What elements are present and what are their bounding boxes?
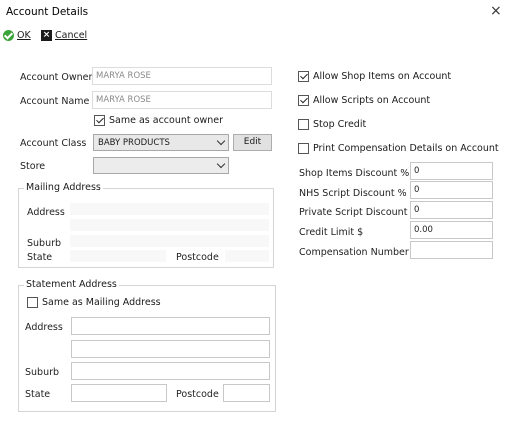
allow-shop-items-checkbox[interactable]: Allow Shop Items on Account — [298, 71, 451, 82]
statement-state-label: State — [25, 389, 51, 400]
stop-credit-label: Stop Credit — [313, 119, 367, 130]
print-compensation-box[interactable] — [298, 143, 309, 154]
shop-items-discount-label: Shop Items Discount % — [299, 168, 410, 179]
print-compensation-label: Print Compensation Details on Account — [313, 143, 499, 154]
window-title: Account Details — [6, 6, 89, 18]
mailing-address-legend: Mailing Address — [24, 182, 103, 193]
account-class-label: Account Class — [20, 138, 87, 149]
mailing-postcode-label: Postcode — [176, 252, 219, 263]
compensation-number-field[interactable] — [410, 241, 493, 259]
shop-items-discount-field[interactable]: 0 — [410, 162, 493, 180]
allow-scripts-checkbox[interactable]: Allow Scripts on Account — [298, 95, 430, 106]
mailing-state-field[interactable] — [70, 250, 166, 262]
ok-label: OK — [17, 30, 31, 41]
same-as-mailing-checkbox[interactable]: Same as Mailing Address — [27, 297, 161, 308]
statement-state-field[interactable] — [71, 384, 167, 402]
statement-postcode-field[interactable] — [223, 384, 270, 402]
statement-address-line2-field[interactable] — [71, 340, 270, 358]
credit-limit-label: Credit Limit $ — [299, 227, 364, 238]
cancel-label: Cancel — [55, 30, 88, 41]
edit-class-button[interactable]: Edit — [233, 134, 272, 151]
mailing-postcode-field[interactable] — [225, 250, 269, 262]
nhs-script-discount-label: NHS Script Discount % — [299, 188, 407, 199]
statement-postcode-label: Postcode — [176, 389, 219, 400]
statement-address-legend: Statement Address — [24, 279, 119, 290]
close-icon[interactable]: × — [490, 3, 502, 19]
checkmark-icon — [3, 30, 14, 41]
nhs-script-discount-field[interactable]: 0 — [410, 181, 493, 199]
private-script-discount-field[interactable]: 0 — [410, 201, 493, 219]
chevron-down-icon — [216, 136, 226, 146]
mailing-address-line2-field[interactable] — [70, 219, 269, 231]
account-owner-field[interactable]: MARYA ROSE — [92, 67, 272, 85]
credit-limit-field[interactable]: 0.00 — [410, 221, 493, 239]
stop-credit-box[interactable] — [298, 119, 309, 130]
private-script-discount-label: Private Script Discount % — [299, 207, 420, 218]
account-owner-label: Account Owner — [20, 72, 93, 83]
statement-address-line1-field[interactable] — [71, 317, 270, 335]
ok-button[interactable]: OK — [3, 30, 31, 41]
stop-credit-checkbox[interactable]: Stop Credit — [298, 119, 366, 130]
same-as-owner-label: Same as account owner — [109, 115, 223, 126]
allow-shop-items-box[interactable] — [298, 71, 309, 82]
statement-suburb-label: Suburb — [25, 367, 60, 378]
account-class-value: BABY PRODUCTS — [98, 137, 170, 148]
same-as-mailing-box[interactable] — [27, 297, 38, 308]
same-as-owner-checkbox[interactable]: Same as account owner — [94, 115, 223, 126]
allow-shop-items-label: Allow Shop Items on Account — [313, 71, 452, 82]
chevron-down-icon — [216, 159, 226, 169]
store-select[interactable] — [93, 157, 229, 174]
mailing-address-line1-field[interactable] — [70, 203, 269, 215]
store-label: Store — [20, 161, 46, 172]
mailing-suburb-field[interactable] — [70, 235, 269, 247]
account-name-label: Account Name — [20, 96, 90, 107]
mailing-address-label: Address — [27, 207, 65, 218]
mailing-state-label: State — [27, 252, 53, 263]
same-as-owner-checkmark[interactable] — [94, 115, 105, 126]
mailing-suburb-label: Suburb — [27, 238, 62, 249]
statement-address-label: Address — [25, 322, 63, 333]
print-compensation-checkbox[interactable]: Print Compensation Details on Account — [298, 143, 499, 154]
allow-scripts-label: Allow Scripts on Account — [313, 95, 431, 106]
cancel-button[interactable]: × Cancel — [41, 30, 87, 41]
account-name-field[interactable]: MARYA ROSE — [92, 91, 272, 109]
statement-suburb-field[interactable] — [71, 362, 270, 380]
same-as-mailing-label: Same as Mailing Address — [42, 297, 161, 308]
account-class-select[interactable]: BABY PRODUCTS — [93, 134, 229, 151]
allow-scripts-box[interactable] — [298, 95, 309, 106]
close-x-icon: × — [41, 30, 52, 41]
compensation-number-label: Compensation Number — [299, 247, 409, 258]
